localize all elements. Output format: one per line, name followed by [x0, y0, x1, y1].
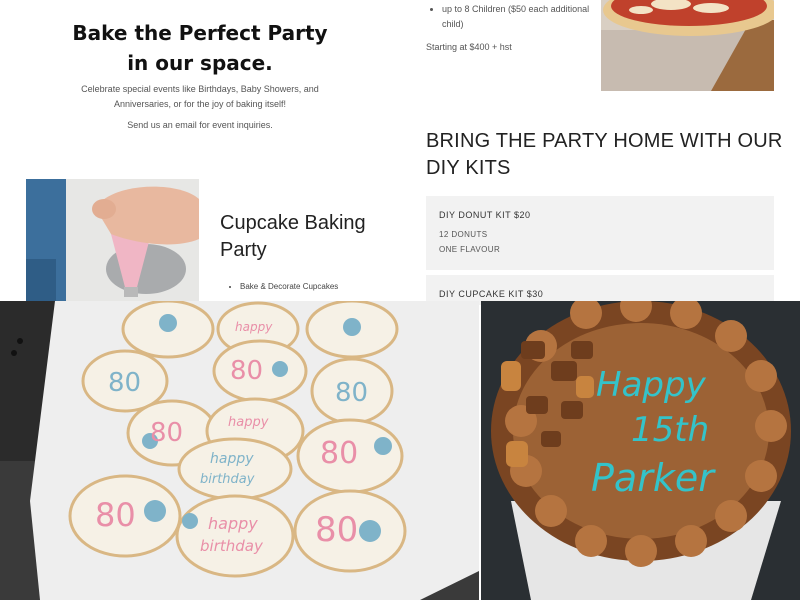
diy-heading: BRING THE PARTY HOME WITH OUR DIY KITS [426, 130, 783, 179]
cookie-text: birthday [200, 537, 264, 555]
party-detail-item: up to 8 Children ($50 each additional ch… [442, 2, 592, 32]
cupcake-party-title: Cupcake Baking Party [220, 212, 366, 261]
cake-text: Parker [591, 456, 716, 500]
kit-detail: 12 DONUTS [439, 230, 488, 239]
kit-title: DIY DONUT KIT $20 [439, 210, 531, 220]
cake-text: Happy [596, 365, 707, 405]
pizza-photo [601, 0, 774, 91]
cake-photo: Happy 15th Parker [481, 301, 800, 600]
diy-donut-kit-card[interactable]: DIY DONUT KIT $20 12 DONUTS ONE FLAVOUR [426, 196, 774, 270]
party-details-list: up to 8 Children ($50 each additional ch… [432, 2, 592, 32]
cookie-text: 80 [95, 496, 136, 534]
cookie-text: birthday [200, 472, 255, 487]
cookie-text: happy [235, 320, 273, 334]
cupcake-party-list: Bake & Decorate Cupcakes [230, 282, 338, 291]
cookie-text: 80 [315, 510, 358, 550]
cookie-text: 80 [320, 436, 358, 471]
kit-title: DIY CUPCAKE KIT $30 [439, 289, 544, 299]
cookie-text: 80 [230, 356, 263, 386]
cupcake-party-item: Bake & Decorate Cupcakes [240, 282, 338, 291]
cookie-text: 80 [150, 418, 183, 448]
cookies-photo: 80 80 80 80 80 80 80 happy happy happy b… [0, 301, 479, 600]
cookie-text: happy [208, 514, 258, 533]
cookie-text: 80 [335, 378, 368, 408]
cookie-text: happy [228, 415, 269, 430]
party-price: Starting at $400 + hst [426, 42, 512, 52]
hero-description: Celebrate special events like Birthdays,… [81, 84, 319, 109]
cookie-text: happy [210, 451, 254, 467]
cake-text: 15th [631, 410, 709, 450]
piping-bag-photo [26, 179, 199, 301]
email-note: Send us an email for event inquiries. [127, 120, 273, 130]
page-title: Bake the Perfect Party in our space. [72, 21, 328, 75]
kit-detail: ONE FLAVOUR [439, 245, 501, 254]
cookie-text: 80 [108, 368, 141, 398]
